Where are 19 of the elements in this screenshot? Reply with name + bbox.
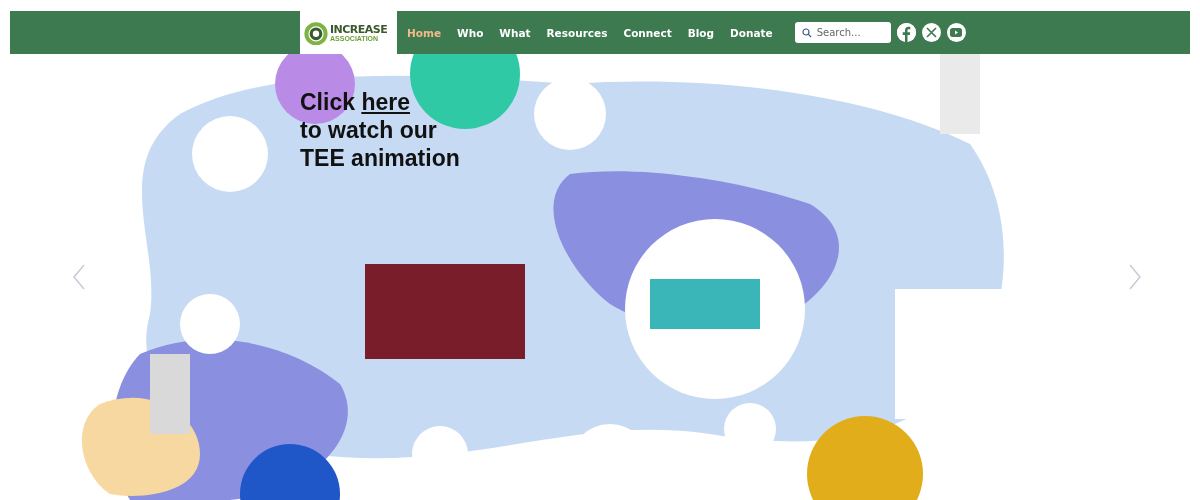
nav-link[interactable]: Donate [722, 26, 781, 39]
nav-link[interactable]: Home [399, 26, 450, 39]
social-link[interactable] [921, 23, 941, 42]
nav-link[interactable]: What [491, 26, 539, 39]
search-icon [801, 27, 812, 38]
nav-link[interactable]: Resources [538, 26, 616, 39]
here-link[interactable]: here [361, 89, 410, 115]
search-field[interactable]: Search... [794, 22, 891, 43]
social-link[interactable] [946, 23, 966, 42]
x-icon [925, 27, 937, 38]
play-icon [950, 28, 963, 37]
nav-link[interactable]: Who [449, 26, 492, 39]
logo-rings-icon [304, 20, 328, 45]
hero-caption: Click here to watch our TEE animation [300, 88, 460, 172]
nav-link[interactable]: Blog [679, 26, 723, 39]
facebook-icon [896, 23, 916, 42]
nav-link[interactable]: Connect [615, 26, 680, 39]
social-link[interactable] [896, 23, 916, 42]
logo-wordmark: INCREASE [330, 23, 388, 35]
